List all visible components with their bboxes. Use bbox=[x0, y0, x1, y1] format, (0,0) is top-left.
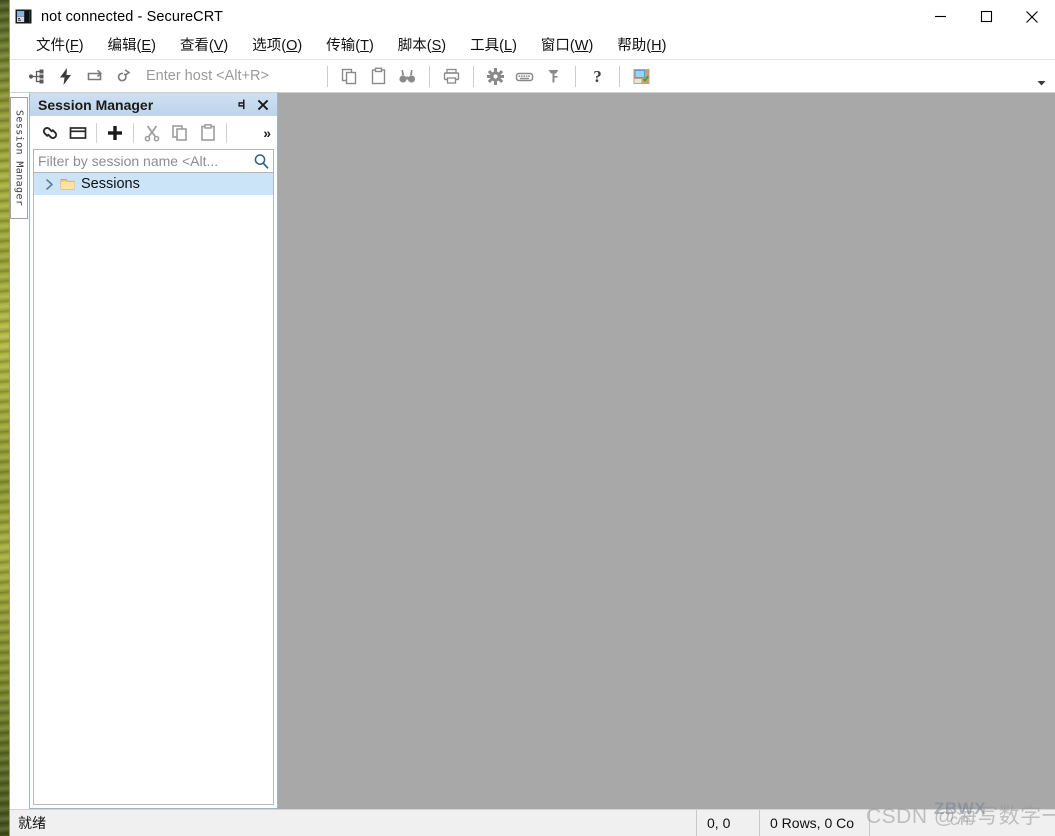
tree-item-sessions[interactable]: Sessions bbox=[34, 173, 273, 195]
keyboard-icon[interactable] bbox=[510, 63, 539, 90]
menu-item-options[interactable]: 选项(O) bbox=[244, 35, 310, 58]
menu-accel-options: O bbox=[286, 37, 298, 54]
session-filter-input[interactable]: Filter by session name <Alt... bbox=[34, 153, 249, 169]
session-manager-title: Session Manager bbox=[38, 96, 154, 113]
session-manager-panel: Session Manager » Filter by session name… bbox=[29, 93, 278, 809]
chevron-right-icon[interactable] bbox=[40, 178, 58, 190]
host-entry-field[interactable]: Enter host <Alt+R> bbox=[146, 68, 269, 84]
session-tree[interactable]: Sessions bbox=[33, 173, 274, 805]
window-controls bbox=[917, 0, 1055, 33]
new-session-icon[interactable] bbox=[101, 119, 129, 146]
main-body: Session Manager Session Manager » Filter… bbox=[10, 93, 1055, 809]
menu-item-script[interactable]: 脚本(S) bbox=[390, 35, 454, 58]
sm-separator-3 bbox=[226, 122, 227, 143]
copy-icon[interactable] bbox=[335, 63, 364, 90]
find-icon[interactable] bbox=[393, 63, 422, 90]
menu-label-edit: 编辑( bbox=[107, 37, 142, 54]
main-toolbar: Enter host <Alt+R> ? bbox=[10, 60, 1055, 93]
menu-accel-transfer: T bbox=[360, 37, 369, 54]
paste-icon[interactable] bbox=[194, 119, 222, 146]
autohide-tab-strip: Session Manager bbox=[10, 93, 29, 809]
session-manager-overflow-button[interactable]: » bbox=[263, 125, 271, 141]
close-button[interactable] bbox=[1009, 0, 1055, 33]
menu-accel-help: H bbox=[651, 37, 662, 54]
close-icon[interactable] bbox=[253, 95, 272, 114]
menu-accel-tools: L bbox=[503, 37, 513, 54]
menu-item-tools[interactable]: 工具(L) bbox=[462, 35, 525, 58]
menu-label-transfer: 传输( bbox=[326, 37, 361, 54]
disconnect-icon[interactable] bbox=[109, 63, 138, 90]
maximize-button[interactable] bbox=[963, 0, 1009, 33]
cut-icon[interactable] bbox=[138, 119, 166, 146]
menu-item-transfer[interactable]: 传输(T) bbox=[318, 35, 382, 58]
vertical-tab-label: Session Manager bbox=[13, 109, 25, 207]
vertical-tab-session-manager[interactable]: Session Manager bbox=[10, 97, 28, 219]
gear-icon[interactable] bbox=[481, 63, 510, 90]
menu-item-edit[interactable]: 编辑(E) bbox=[100, 35, 164, 58]
status-ready: 就绪 bbox=[18, 815, 46, 831]
reconnect-icon[interactable] bbox=[80, 63, 109, 90]
toolbar-separator-3 bbox=[472, 65, 474, 87]
menu-item-window[interactable]: 窗口(W) bbox=[533, 35, 601, 58]
menu-label-options: 选项( bbox=[252, 37, 287, 54]
menu-label-tools: 工具( bbox=[470, 37, 504, 54]
menu-accel-view: V bbox=[213, 37, 224, 54]
window-title: not connected - SecureCRT bbox=[41, 8, 223, 25]
paste-icon[interactable] bbox=[364, 63, 393, 90]
securecrt-icon bbox=[15, 8, 32, 25]
svg-text:?: ? bbox=[593, 67, 602, 86]
menu-item-file[interactable]: 文件(F) bbox=[28, 35, 92, 58]
menu-accel-script: S bbox=[431, 37, 442, 54]
menu-bar: 文件(F) 编辑(E) 查看(V) 选项(O) 传输(T) 脚本(S) 工具(L… bbox=[10, 33, 1055, 60]
status-tail bbox=[869, 810, 1055, 836]
session-filter-row: Filter by session name <Alt... bbox=[33, 149, 274, 173]
connect-session-icon[interactable] bbox=[36, 119, 64, 146]
session-manager-header: Session Manager bbox=[30, 93, 277, 116]
toolbar-separator-5 bbox=[618, 65, 620, 87]
menu-label-window: 窗口( bbox=[540, 37, 575, 54]
session-options-color-icon[interactable] bbox=[627, 63, 656, 90]
copy-icon[interactable] bbox=[166, 119, 194, 146]
toolbar-separator-4 bbox=[574, 65, 576, 87]
menu-item-view[interactable]: 查看(V) bbox=[172, 35, 236, 58]
minimize-button[interactable] bbox=[917, 0, 963, 33]
status-cursor-coords: 0, 0 bbox=[696, 810, 759, 836]
menu-accel-window: W bbox=[574, 37, 589, 54]
toolbar-separator-1 bbox=[326, 65, 328, 87]
toolbar-overflow-chevron-down-icon[interactable] bbox=[1031, 60, 1051, 93]
search-icon[interactable] bbox=[249, 153, 273, 170]
menu-label-view: 查看( bbox=[179, 37, 214, 54]
key-icon[interactable] bbox=[539, 63, 568, 90]
menu-accel-file: F bbox=[69, 37, 79, 54]
sm-separator-1 bbox=[96, 122, 97, 143]
tree-item-label: Sessions bbox=[81, 176, 140, 192]
sm-separator-2 bbox=[133, 122, 134, 143]
pin-icon[interactable] bbox=[234, 95, 253, 114]
desktop-wallpaper-strip bbox=[0, 0, 9, 836]
folder-icon bbox=[58, 177, 78, 191]
menu-accel-edit: E bbox=[141, 37, 152, 54]
menu-label-help: 帮助( bbox=[617, 37, 652, 54]
status-terminal-size: 0 Rows, 0 Co bbox=[759, 810, 869, 836]
print-icon[interactable] bbox=[437, 63, 466, 90]
menu-label-file: 文件( bbox=[36, 37, 70, 54]
title-bar: not connected - SecureCRT bbox=[10, 0, 1055, 33]
new-window-icon[interactable] bbox=[64, 119, 92, 146]
status-bar: 就绪 0, 0 0 Rows, 0 Co bbox=[10, 809, 1055, 836]
help-icon[interactable]: ? bbox=[583, 63, 612, 90]
session-manager-toolbar: » bbox=[30, 116, 277, 149]
terminal-client-area[interactable] bbox=[278, 93, 1055, 809]
toolbar-separator-2 bbox=[428, 65, 430, 87]
quick-connect-icon[interactable] bbox=[51, 63, 80, 90]
menu-item-help[interactable]: 帮助(H) bbox=[609, 35, 674, 58]
connect-icon[interactable] bbox=[22, 63, 51, 90]
securecrt-main-window: not connected - SecureCRT 文件(F) 编辑(E) 查看… bbox=[9, 0, 1055, 836]
menu-label-script: 脚本( bbox=[397, 37, 432, 54]
